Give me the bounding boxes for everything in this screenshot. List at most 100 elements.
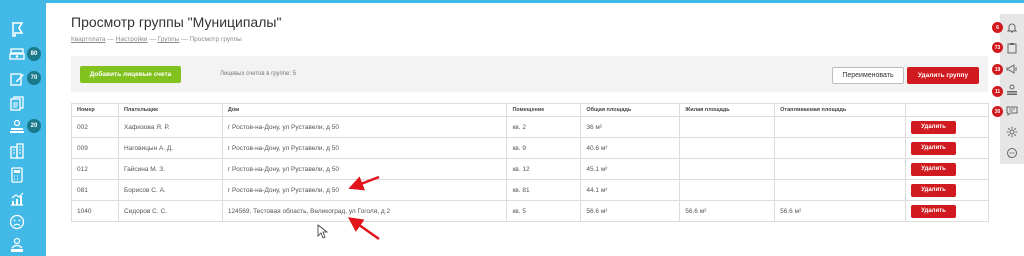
cell-actions: Удалить: [905, 200, 989, 222]
cell-room: кв. 81: [506, 179, 582, 201]
support-button[interactable]: [1004, 145, 1020, 161]
delete-row-button[interactable]: Удалить: [911, 141, 956, 155]
annotation-arrow: [347, 217, 380, 241]
breadcrumb-separator: —: [107, 36, 114, 43]
cell-heated-area: 56.6 м²: [774, 200, 906, 222]
hand-coins-icon: [10, 119, 24, 133]
settings-button[interactable]: [1004, 124, 1020, 140]
cell-living-area: 56.6 м²: [679, 200, 776, 222]
nav-item-cash[interactable]: [8, 118, 26, 136]
nav-item-payments[interactable]: [8, 45, 26, 63]
cell-heated-area: [774, 179, 906, 201]
table-row: 012 Гайсина М. З. г Ростов-на-Дону, ул Р…: [71, 158, 989, 180]
nav-item-flag[interactable]: [8, 20, 26, 38]
chart-growth-icon: [11, 192, 24, 206]
add-accounts-button[interactable]: Добавить лицевые счета: [80, 66, 181, 83]
table-row: 081 Борисов С. А. г Ростов-на-Дону, ул Р…: [71, 179, 989, 201]
cell-total-area: 36 м²: [580, 116, 681, 138]
nav-item-calculator[interactable]: [8, 166, 26, 184]
hand-coins-icon: [1007, 84, 1017, 95]
cell-house: г Ростов-на-Дону, ул Руставели, д 50: [221, 158, 508, 180]
accounts-table: Номер Плательщик Дом Помещение Общая пло…: [71, 103, 989, 222]
column-header: Дом: [221, 103, 508, 117]
table-row: 002 Хафизова Я. Р. г Ростов-на-Дону, ул …: [71, 116, 989, 138]
nav-item-reports[interactable]: [8, 190, 26, 208]
cell-total-area: 40.6 м²: [580, 137, 681, 159]
cell-total-area: 45.1 м²: [580, 158, 681, 180]
cell-house: 124569, Тестовая область, Великоград, ул…: [221, 200, 508, 222]
breadcrumb-link-groups[interactable]: Группы: [158, 36, 180, 43]
top-accent-strip: [0, 0, 1024, 3]
gear-icon: [1006, 126, 1018, 138]
column-header: Помещение: [506, 103, 582, 117]
breadcrumb: Квартплата — Настройки — Группы — Просмо…: [71, 36, 242, 43]
money-stack-icon: [9, 48, 25, 60]
cell-number: 009: [71, 137, 119, 159]
breadcrumb-separator: —: [149, 36, 156, 43]
column-header: [905, 103, 989, 117]
left-sidebar: 80 70 20: [0, 0, 46, 256]
cell-number: 002: [71, 116, 119, 138]
bell-icon: [1006, 23, 1018, 33]
cell-living-area: [679, 116, 776, 138]
nav-item-complaints[interactable]: [8, 213, 26, 231]
cell-total-area: 44.1 м²: [580, 179, 681, 201]
tasks-button[interactable]: [1004, 40, 1020, 56]
nav-item-documents[interactable]: [8, 94, 26, 112]
sad-face-icon: [9, 214, 25, 230]
announcements-button[interactable]: [1004, 61, 1020, 77]
cell-payer: Гайсина М. З.: [117, 158, 223, 180]
cell-house: г Ростов-на-Дону, ул Руставели, д 50: [221, 137, 508, 159]
cell-actions: Удалить: [905, 137, 989, 159]
cell-payer: Хафизова Я. Р.: [117, 116, 223, 138]
cell-actions: Удалить: [905, 158, 989, 180]
nav-item-buildings[interactable]: [8, 142, 26, 160]
cell-heated-area: [774, 137, 906, 159]
edit-icon: [10, 73, 24, 86]
chat-icon: [1006, 106, 1018, 116]
cell-room: кв. 5: [506, 200, 582, 222]
messages-button[interactable]: [1004, 103, 1020, 119]
delete-row-button[interactable]: Удалить: [911, 120, 956, 134]
cell-payer: Сидоров С. С.: [117, 200, 223, 222]
cell-payer: Борисов С. А.: [117, 179, 223, 201]
delete-row-button[interactable]: Удалить: [911, 183, 956, 197]
mouse-cursor-icon: [317, 224, 329, 239]
documents-icon: [10, 96, 24, 111]
cell-living-area: [679, 179, 776, 201]
flag-icon: [12, 22, 24, 37]
nav-badge-payments: 80: [27, 47, 41, 61]
toolbar: Добавить лицевые счета Лицевых счетов в …: [71, 56, 988, 92]
megaphone-icon: [1006, 64, 1017, 74]
nav-badge-edit: 70: [27, 71, 41, 85]
delete-row-button[interactable]: Удалить: [911, 162, 956, 176]
table-row: 009 Наговицын А. Д. г Ростов-на-Дону, ул…: [71, 137, 989, 159]
cell-number: 1040: [71, 200, 119, 222]
nav-item-edit[interactable]: [8, 70, 26, 88]
building-icon: [10, 143, 24, 159]
column-header: Общая площадь: [580, 103, 681, 117]
cell-heated-area: [774, 158, 906, 180]
breadcrumb-separator: —: [181, 36, 188, 43]
payments-button[interactable]: [1004, 82, 1020, 98]
rename-button[interactable]: Переименовать: [832, 67, 904, 84]
column-header: Жилая площадь: [679, 103, 776, 117]
cell-number: 081: [71, 179, 119, 201]
table-row: 1040 Сидоров С. С. 124569, Тестовая обла…: [71, 200, 989, 222]
delete-row-button[interactable]: Удалить: [911, 204, 956, 218]
cell-payer: Наговицын А. Д.: [117, 137, 223, 159]
cell-room: кв. 12: [506, 158, 582, 180]
cell-living-area: [679, 158, 776, 180]
breadcrumb-current: Просмотр группы: [189, 36, 242, 43]
tasks-badge: 73: [992, 42, 1003, 53]
nav-item-staff[interactable]: [8, 236, 26, 254]
cell-house: г Ростов-на-Дону, ул Руставели, д 50: [221, 116, 508, 138]
column-header: Отапливаемая площадь: [774, 103, 906, 117]
notifications-button[interactable]: [1004, 20, 1020, 36]
delete-group-button[interactable]: Удалить группу: [907, 67, 979, 84]
breadcrumb-link-settings[interactable]: Настройки: [116, 36, 148, 43]
breadcrumb-link-billing[interactable]: Квартплата: [71, 36, 106, 43]
clipboard-icon: [1007, 43, 1017, 54]
payments-badge: 11: [992, 86, 1003, 97]
accounts-count-label: Лицевых счетов в группе: 5: [220, 71, 297, 77]
